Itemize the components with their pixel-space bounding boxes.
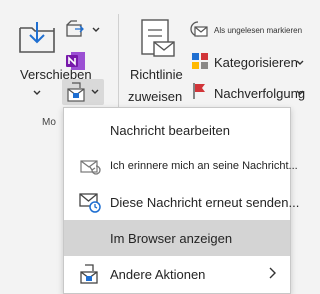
recall-icon bbox=[80, 160, 101, 175]
followup-button[interactable]: Nachverfolgung bbox=[190, 80, 306, 104]
group-divider bbox=[118, 14, 119, 118]
menu-item-edit-message[interactable]: Nachricht bearbeiten bbox=[64, 112, 290, 148]
other-actions-icon bbox=[80, 264, 98, 284]
chevron-down-icon bbox=[33, 90, 41, 95]
assign-policy-label-2: zuweisen bbox=[128, 89, 183, 104]
mark-unread-label: Als ungelesen markieren bbox=[214, 26, 303, 35]
flag-icon bbox=[193, 83, 205, 99]
actions-dropdown-menu: Nachricht bearbeiten Ich erinnere mich a… bbox=[63, 107, 299, 294]
onenote-icon bbox=[66, 52, 85, 70]
menu-item-view-in-browser[interactable]: Im Browser anzeigen bbox=[64, 220, 290, 256]
onenote-button[interactable] bbox=[64, 50, 88, 72]
folder-copy-icon bbox=[66, 20, 84, 37]
actions-split-button[interactable] bbox=[62, 79, 104, 105]
menu-item-resend-message[interactable]: Diese Nachricht erneut senden... bbox=[64, 184, 299, 220]
menu-item-label: Nachricht bearbeiten bbox=[110, 123, 230, 138]
chevron-down-icon bbox=[296, 90, 304, 95]
menu-item-label: Im Browser anzeigen bbox=[110, 231, 233, 246]
followup-label: Nachverfolgung bbox=[214, 86, 306, 101]
assign-policy-label-1: Richtlinie bbox=[130, 67, 183, 82]
envelope-actions-icon bbox=[67, 82, 85, 102]
move-group-label: Mo bbox=[42, 117, 56, 128]
move-button[interactable]: Verschieben bbox=[14, 14, 92, 100]
chevron-down-icon bbox=[92, 27, 100, 32]
categorize-icon bbox=[192, 53, 208, 69]
categorize-button[interactable]: Kategorisieren bbox=[190, 50, 304, 74]
menu-item-label: Ich erinnere mich an seine Nachricht... bbox=[110, 160, 298, 172]
menu-item-label: Diese Nachricht erneut senden... bbox=[110, 195, 300, 210]
chevron-down-icon bbox=[296, 60, 304, 65]
mark-unread-icon bbox=[190, 21, 208, 37]
categorize-label: Kategorisieren bbox=[214, 55, 298, 70]
resend-icon bbox=[79, 193, 101, 213]
move-folder-icon bbox=[19, 22, 55, 53]
mark-unread-button[interactable]: Als ungelesen markieren bbox=[190, 18, 303, 42]
chevron-right-icon bbox=[269, 267, 276, 279]
menu-item-label: Andere Aktionen bbox=[110, 267, 206, 282]
menu-item-other-actions[interactable]: Andere Aktionen bbox=[64, 256, 290, 292]
copy-to-folder-button[interactable] bbox=[64, 18, 104, 40]
policy-icon bbox=[141, 19, 175, 57]
assign-policy-button[interactable]: Richtlinie zuweisen bbox=[124, 14, 188, 106]
menu-item-recall-message[interactable]: Ich erinnere mich an seine Nachricht... bbox=[64, 148, 298, 184]
chevron-down-icon bbox=[91, 89, 99, 94]
